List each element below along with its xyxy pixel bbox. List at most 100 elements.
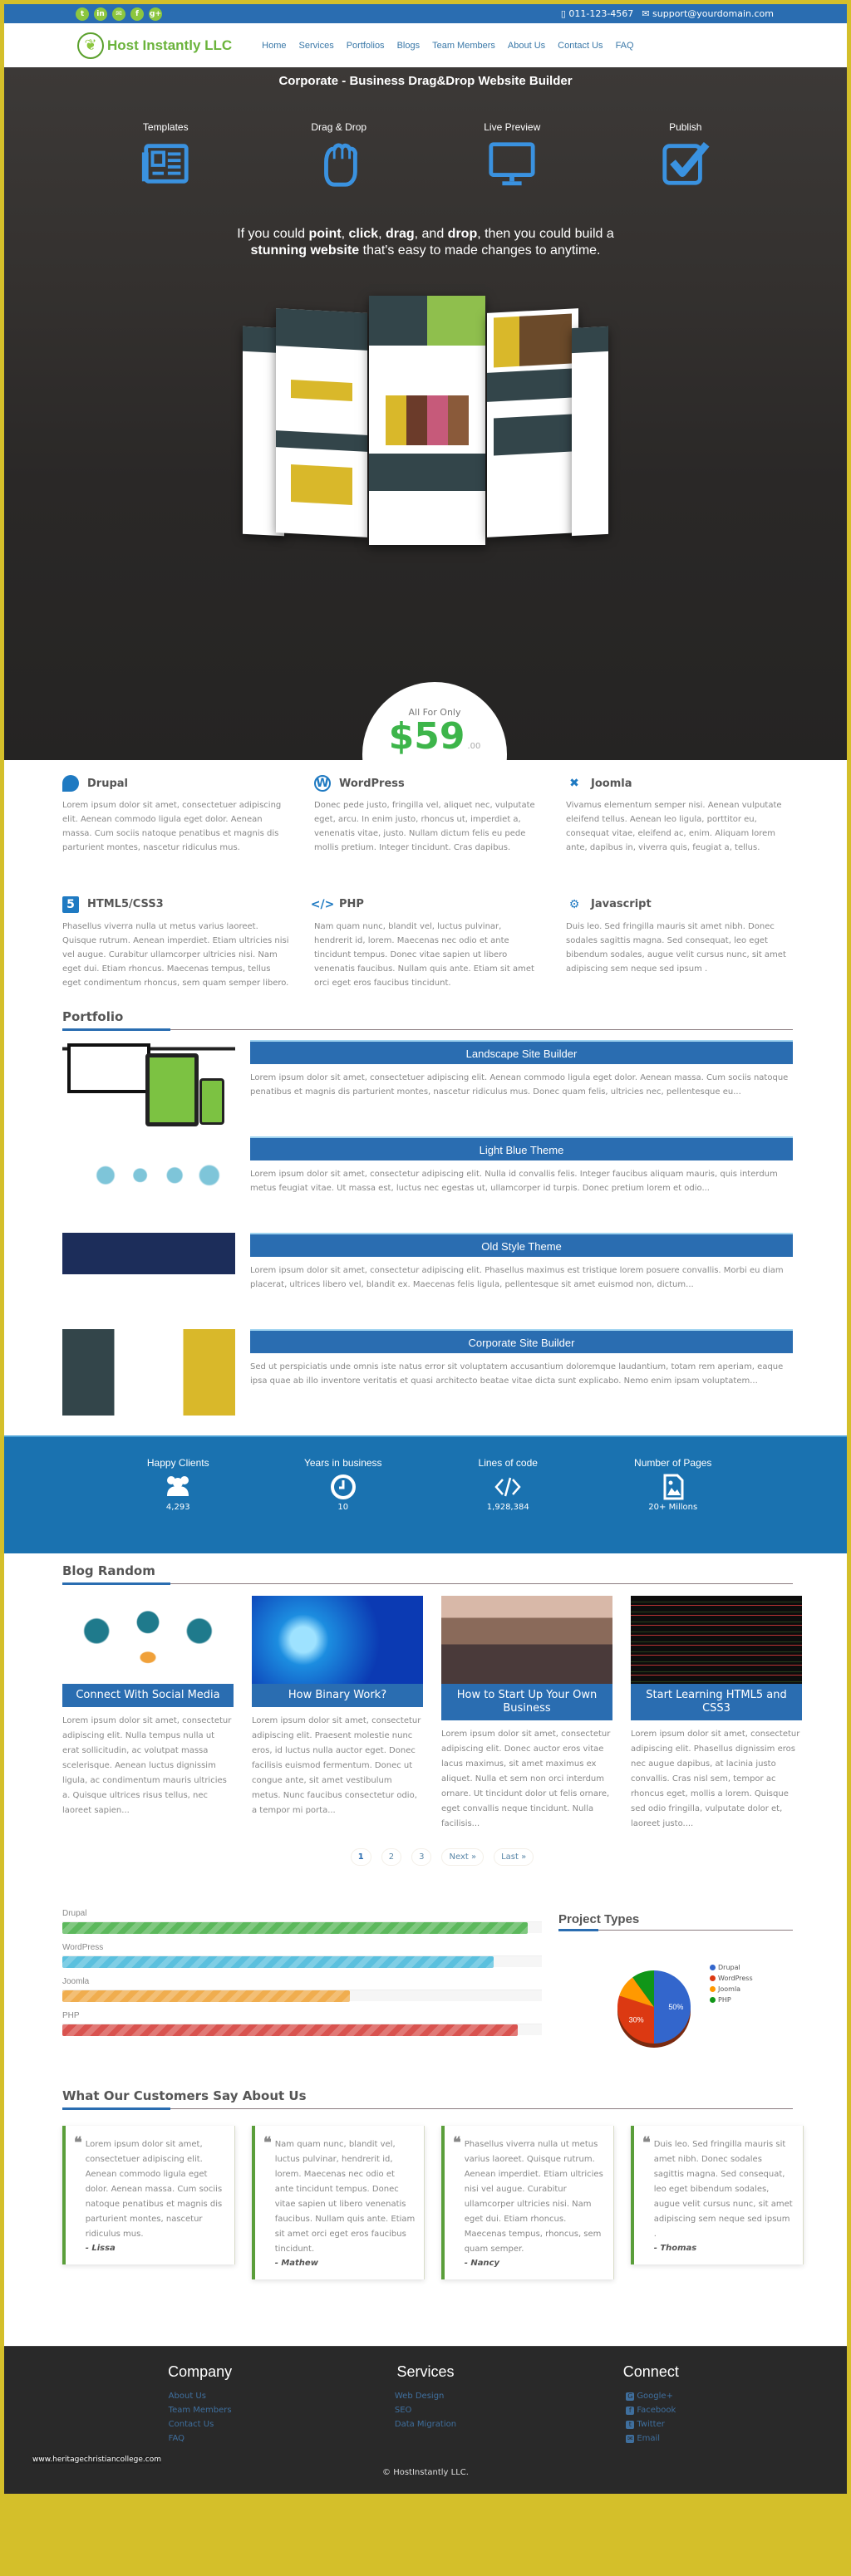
service-description: Phasellus viverra nulla ut metus varius … — [62, 921, 289, 988]
hero-section: Corporate - Business Drag&Drop Website B… — [4, 67, 847, 760]
footer-link-team-members[interactable]: Team Members — [169, 2403, 232, 2417]
feature-label: Publish — [669, 121, 702, 133]
progress-fill — [62, 1922, 528, 1934]
tagline-text: that's easy to made changes to anytime. — [359, 243, 601, 258]
blog-post-title[interactable]: Start Learning HTML5 and CSS3 — [631, 1684, 802, 1720]
footer-link-facebook[interactable]: f Facebook — [626, 2403, 676, 2417]
nav-link-services[interactable]: Services — [299, 41, 334, 51]
page-link-next[interactable]: Next » — [441, 1848, 485, 1866]
blog-post-title[interactable]: How to Start Up Your Own Business — [441, 1684, 612, 1720]
testimonial-body: Duis leo. Sed fringilla mauris sit amet … — [654, 2137, 794, 2253]
service-title: WordPress — [339, 777, 405, 790]
quote-icon: ❝ — [263, 2134, 272, 2152]
portfolio-thumbnail[interactable] — [62, 1329, 235, 1416]
footer-link-about-us[interactable]: About Us — [169, 2389, 232, 2403]
portfolio-title[interactable]: Landscape Site Builder — [250, 1040, 793, 1064]
footer-link-contact-us[interactable]: Contact Us — [169, 2417, 232, 2431]
portfolio-title[interactable]: Old Style Theme — [250, 1233, 793, 1257]
testimonial-card: ❝ Lorem ipsum dolor sit amet, consectetue… — [62, 2126, 235, 2264]
google-plus-icon[interactable]: g+ — [149, 7, 162, 21]
portfolio-body: Landscape Site Builder Lorem ipsum dolor … — [250, 1040, 793, 1126]
footer-link-label: Google+ — [637, 2392, 673, 2401]
portfolio-thumbnail[interactable] — [62, 1233, 235, 1319]
logo[interactable]: ❦ Host Instantly LLC — [77, 32, 232, 59]
footer-link-data-migration[interactable]: Data Migration — [395, 2417, 456, 2431]
footer-heading: Services — [396, 2363, 455, 2380]
stats-section: Happy Clients 4,293 Years in business 10 Lin… — [4, 1435, 847, 1553]
watermark: www.heritagechristiancollege.com — [32, 2456, 161, 2464]
blog-post: Connect With Social Media Lorem ipsum dol… — [62, 1596, 234, 1832]
nav-link-blogs[interactable]: Blogs — [397, 41, 421, 51]
service-header: 5 HTML5/CSS3 — [62, 895, 289, 913]
portfolio-thumbnail[interactable] — [62, 1040, 235, 1126]
blog-post-image[interactable] — [631, 1596, 802, 1684]
blog-heading: Blog Random — [62, 1563, 793, 1585]
testimonial-text: Nam quam nunc, blandit vel, luctus pulvi… — [274, 2140, 416, 2254]
portfolio-thumbnail[interactable] — [62, 1136, 235, 1223]
hero-title: Corporate - Business Drag&Drop Website B… — [278, 74, 573, 88]
service-title: Joomla — [591, 777, 632, 790]
nav-link-faq[interactable]: FAQ — [616, 41, 634, 51]
footer-link-seo[interactable]: SEO — [395, 2403, 456, 2417]
footer-link-email[interactable]: ✉ Email — [626, 2431, 676, 2446]
feature-label: Drag & Drop — [311, 121, 367, 133]
blog-post-image[interactable] — [441, 1596, 612, 1684]
linkedin-icon[interactable]: in — [94, 7, 107, 21]
service-javascript: ⚙ Javascript Duis leo. Sed fringilla mauri… — [566, 896, 793, 1010]
blog-post-image[interactable] — [252, 1596, 423, 1684]
page-link-last[interactable]: Last » — [494, 1848, 534, 1866]
tagline-emphasis: point — [308, 227, 342, 241]
service-description: Vivamus elementum semper nisi. Aenean vu… — [566, 801, 782, 852]
footer-link-web-design[interactable]: Web Design — [395, 2389, 456, 2403]
tagline-text: , then you could build a — [477, 227, 614, 241]
service-header: W WordPress — [314, 775, 541, 792]
monitor-mockup — [67, 1043, 150, 1093]
page-link-1[interactable]: 1 — [350, 1848, 371, 1866]
stat-label: Happy Clients — [146, 1457, 209, 1469]
blog-post-title[interactable]: Connect With Social Media — [62, 1684, 234, 1707]
nav-link-team-members[interactable]: Team Members — [432, 41, 495, 51]
blog-post-image[interactable] — [62, 1596, 234, 1684]
email-icon[interactable]: ✉ — [112, 7, 125, 21]
nav-link-about-us[interactable]: About Us — [508, 41, 545, 51]
portfolio-title[interactable]: Corporate Site Builder — [250, 1329, 793, 1353]
nav-link-contact-us[interactable]: Contact Us — [558, 41, 603, 51]
blog-post-excerpt: Lorem ipsum dolor sit amet, consectetur … — [62, 1716, 232, 1815]
service-title: Drupal — [87, 777, 128, 790]
code-icon — [494, 1473, 522, 1501]
email-contact[interactable]: ✉ support@yourdomain.com — [642, 8, 774, 19]
phone-contact[interactable]: ▯ 011-123-4567 — [561, 8, 634, 19]
project-types-panel: Project Types 50% 30% Drupal WordPress Joom… — [558, 1909, 793, 2055]
nav-link-home[interactable]: Home — [262, 41, 286, 51]
html5-icon: 5 — [62, 895, 79, 913]
skill-bar-php: PHP — [62, 2011, 542, 2036]
monitor-icon — [489, 142, 535, 186]
skill-bar-wordpress: WordPress — [62, 1943, 542, 1968]
nav-link-portfolios[interactable]: Portfolios — [347, 41, 385, 51]
footer-link-faq[interactable]: FAQ — [169, 2431, 232, 2446]
tagline-emphasis: click — [348, 227, 379, 241]
testimonial-author: - Thomas — [653, 2244, 697, 2253]
twitter-icon: t — [626, 2420, 635, 2429]
top-bar: t in ✉ f g+ ▯ 011-123-4567 ✉ support@yourdom… — [4, 0, 847, 23]
feature-publish: Publish — [623, 121, 748, 189]
page-link-2[interactable]: 2 — [381, 1848, 402, 1866]
twitter-icon[interactable]: t — [76, 7, 89, 21]
page-link-3[interactable]: 3 — [411, 1848, 432, 1866]
legend-item-wordpress: WordPress — [710, 1975, 753, 1982]
blog-post-title[interactable]: How Binary Work? — [252, 1684, 423, 1707]
testimonial-card: ❝ Nam quam nunc, blandit vel, luctus pulv… — [252, 2126, 425, 2279]
pie-chart-title: Project Types — [558, 1912, 793, 1931]
portfolio-item: Old Style Theme Lorem ipsum dolor sit ame… — [62, 1223, 793, 1319]
footer-link-twitter[interactable]: t Twitter — [626, 2417, 676, 2431]
blog-post-excerpt: Lorem ipsum dolor sit amet, consectetur … — [252, 1716, 421, 1815]
legend-swatch — [710, 1965, 716, 1970]
service-wordpress: W WordPress Donec pede justo, fringilla v… — [314, 775, 541, 875]
footer-link-google-[interactable]: G Google+ — [626, 2389, 676, 2403]
portfolio-title[interactable]: Light Blue Theme — [250, 1136, 793, 1160]
wordpress-icon: W — [314, 775, 331, 792]
footer-heading: Company — [168, 2363, 233, 2380]
facebook-icon[interactable]: f — [130, 7, 144, 21]
footer-heading: Connect — [622, 2363, 679, 2380]
tagline-emphasis: stunning website — [250, 243, 360, 258]
